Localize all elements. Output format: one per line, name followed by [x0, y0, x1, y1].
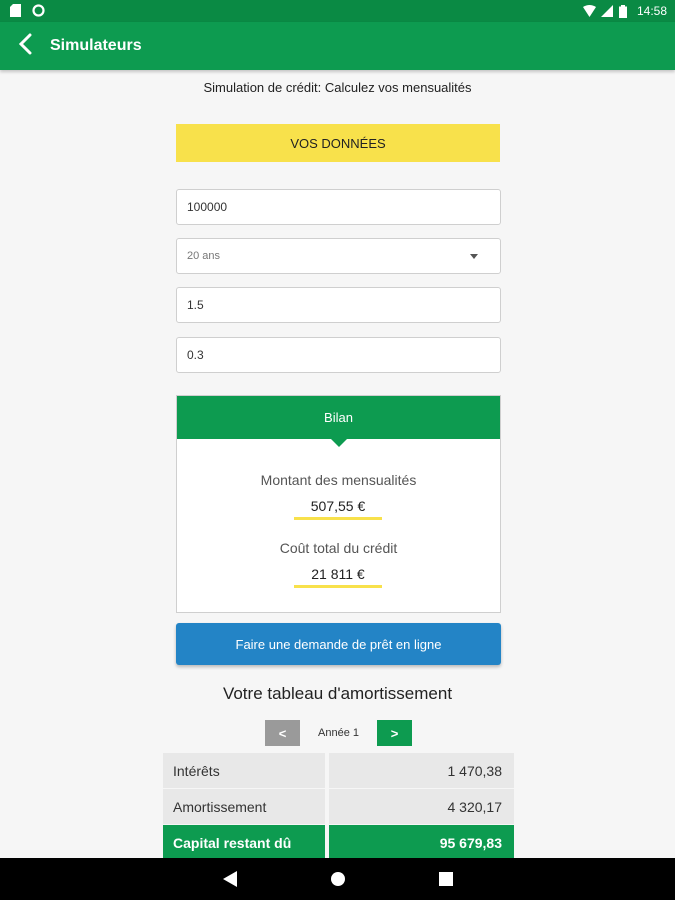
next-year-button[interactable]: > [377, 720, 412, 746]
status-time: 14:58 [636, 4, 667, 18]
row-label: Amortissement [163, 789, 325, 825]
sd-card-icon [10, 4, 22, 17]
monthly-value: 507,55 € [294, 498, 382, 520]
sync-circle-icon [32, 4, 45, 17]
back-button[interactable] [0, 22, 50, 70]
app-bar: Simulateurs [0, 22, 675, 70]
signal-icon [600, 4, 613, 18]
app-bar-title: Simulateurs [50, 37, 142, 54]
table-row-total: Capital restant dû 95 679,83 [163, 825, 514, 861]
amount-input[interactable]: 100000 [176, 189, 501, 225]
row-value: 4 320,17 [329, 789, 514, 825]
row-value: 95 679,83 [329, 825, 514, 861]
nav-back-icon[interactable] [220, 869, 240, 889]
amortization-title: Votre tableau d'amortissement [222, 684, 453, 703]
duration-select[interactable]: 20 ans [176, 238, 501, 274]
insurance-value: 0.3 [187, 348, 204, 362]
table-row: Intérêts 1 470,38 [163, 753, 514, 789]
amount-value: 100000 [187, 200, 228, 214]
row-label: Capital restant dû [163, 825, 325, 861]
wifi-icon [582, 4, 596, 18]
bilan-title: Bilan [177, 396, 500, 447]
rate-value: 1.5 [187, 298, 204, 312]
section-header: VOS DONNÉES [176, 124, 500, 162]
battery-icon [618, 4, 631, 18]
chevron-left-icon [18, 33, 32, 60]
status-bar: 14:58 [0, 0, 675, 22]
system-nav-bar [0, 858, 675, 900]
dropdown-arrow-icon [470, 250, 478, 262]
total-cost-label: Coût total du crédit [279, 540, 398, 556]
row-value: 1 470,38 [329, 753, 514, 789]
page-subtitle: Simulation de crédit: Calculez vos mensu… [203, 80, 472, 95]
row-label: Intérêts [163, 753, 325, 789]
year-pager: < Année 1 > [265, 720, 412, 746]
rate-input[interactable]: 1.5 [176, 287, 501, 323]
nav-recents-icon[interactable] [436, 869, 456, 889]
bilan-card: Bilan Montant des mensualités 507,55 € C… [176, 395, 501, 613]
previous-year-button[interactable]: < [265, 720, 300, 746]
loan-request-button[interactable]: Faire une demande de prêt en ligne [176, 623, 501, 665]
insurance-input[interactable]: 0.3 [176, 337, 501, 373]
duration-value: 20 ans [187, 250, 221, 262]
amortization-table: Intérêts 1 470,38 Amortissement 4 320,17… [163, 753, 514, 861]
year-label: Année 1 [318, 727, 359, 739]
total-cost-value: 21 811 € [294, 566, 382, 588]
nav-home-icon[interactable] [328, 869, 348, 889]
monthly-label: Montant des mensualités [260, 472, 417, 488]
table-row: Amortissement 4 320,17 [163, 789, 514, 825]
